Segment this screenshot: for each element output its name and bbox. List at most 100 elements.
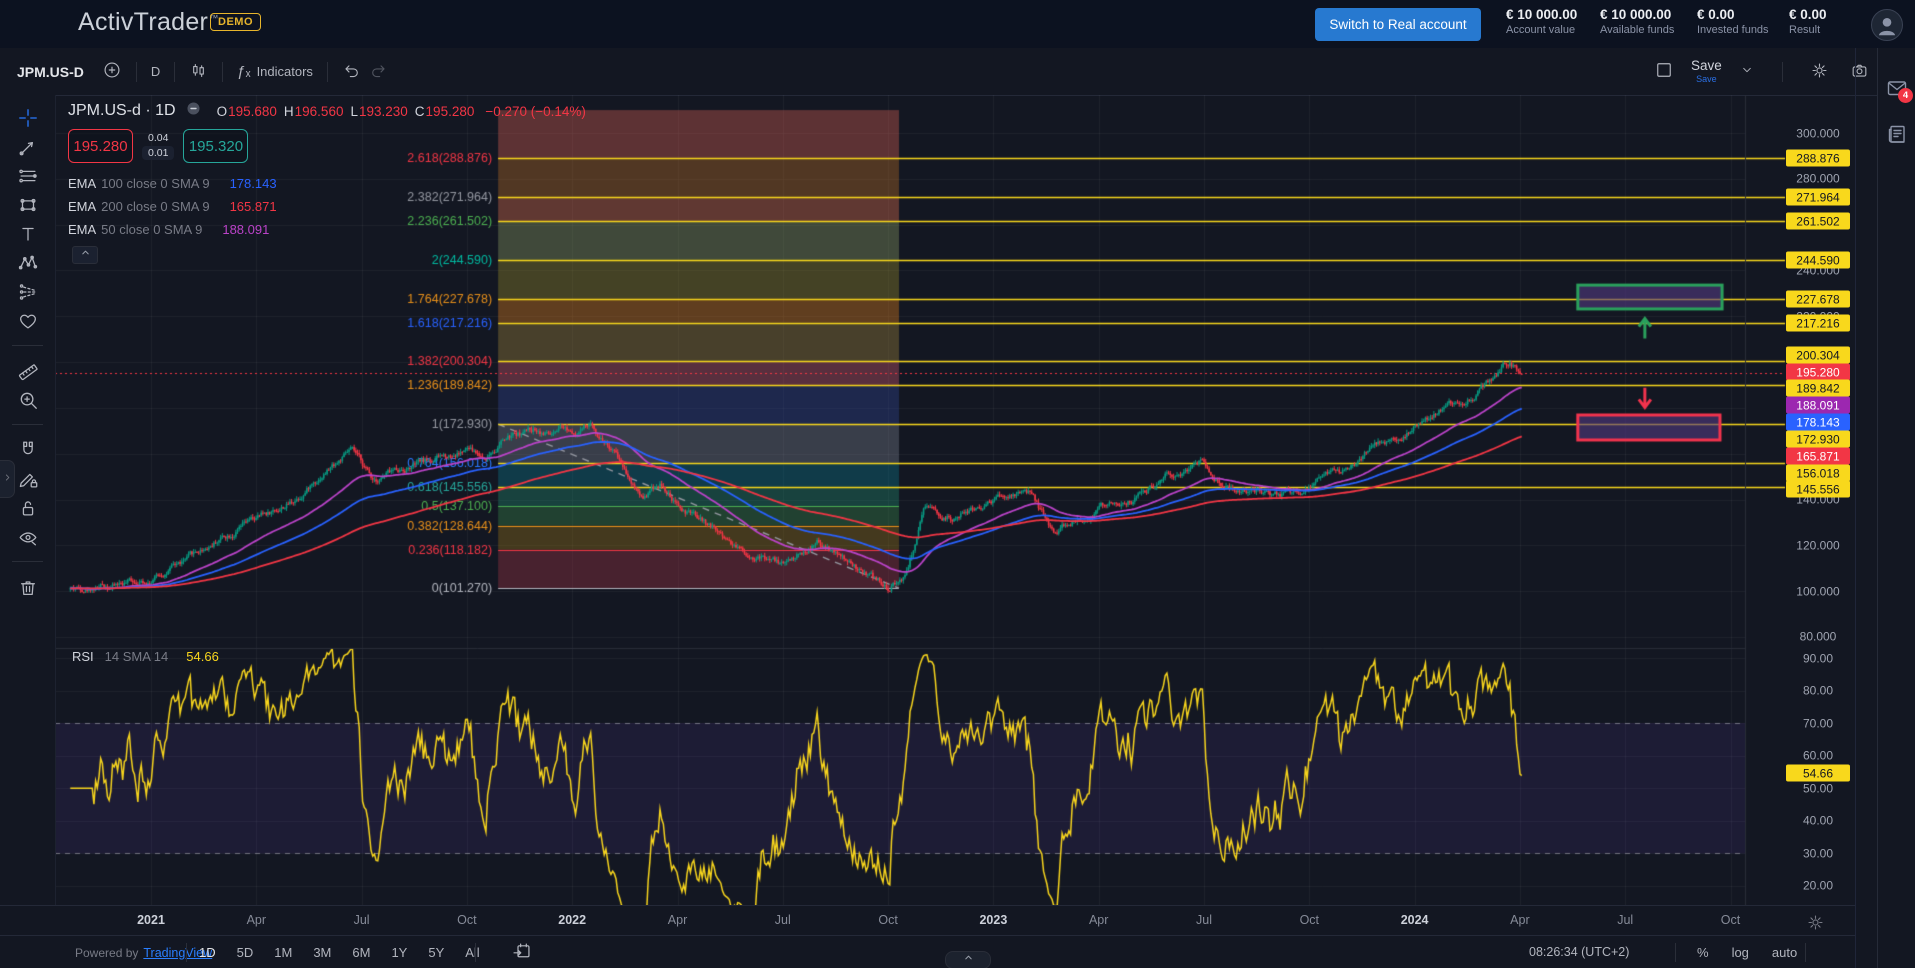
sidebar-border <box>1877 48 1878 968</box>
camera-icon <box>1850 61 1869 83</box>
undo-button[interactable] <box>338 57 365 87</box>
scale-button-log[interactable]: log <box>1729 943 1752 962</box>
toolbar-divider <box>174 62 175 82</box>
legend-collapse-button[interactable] <box>72 246 98 264</box>
bottom-toolbar: Powered by TradingView 1D5D1M3M6M1Y5YAll… <box>0 935 1855 968</box>
scale-button-auto[interactable]: auto <box>1769 943 1800 962</box>
spread: 0.04 0.01 <box>142 132 174 160</box>
candles-icon <box>189 61 208 83</box>
save-button[interactable]: Save Save <box>1691 59 1722 84</box>
emoji-tool[interactable] <box>0 306 55 335</box>
crosshair-tool[interactable] <box>0 103 55 132</box>
parallel-lines-tool[interactable] <box>0 161 55 190</box>
time-label: Oct <box>457 913 476 927</box>
time-label: Jul <box>354 913 370 927</box>
indicators-button[interactable]: ƒₓIndicators <box>233 59 317 84</box>
time-label: 2021 <box>137 913 165 927</box>
chevron-down-icon <box>1739 62 1755 81</box>
fx-icon: ƒₓ <box>237 63 250 80</box>
toolbar-divider <box>327 62 328 82</box>
zoom-in-tool[interactable] <box>0 385 55 414</box>
screenshot-button[interactable] <box>1846 57 1873 87</box>
range-button-1d[interactable]: 1D <box>196 943 219 962</box>
chevron-up-icon <box>962 951 975 968</box>
time-label: Apr <box>1510 913 1529 927</box>
range-button-1y[interactable]: 1Y <box>388 943 410 962</box>
messages-button[interactable]: 4 <box>1884 76 1910 102</box>
avatar[interactable] <box>1871 9 1903 41</box>
chart-legend: JPM.US-d · 1D O195.680H196.560L193.230C1… <box>68 100 586 264</box>
time-label: Jul <box>1196 913 1212 927</box>
go-to-date-button[interactable] <box>505 940 538 966</box>
ohlc-item: O195.680 <box>217 104 277 119</box>
ohlc-item: L193.230 <box>350 104 407 119</box>
redo-icon <box>369 61 388 83</box>
toolbar-divider <box>222 62 223 82</box>
divider <box>1675 943 1676 962</box>
chart-toolbar: JPM.US-D D ƒₓIndicators Save Save <box>0 48 1877 96</box>
notification-badge: 4 <box>1898 88 1913 103</box>
rsi-name: RSI <box>72 649 94 664</box>
rsi-value: 54.66 <box>186 649 219 664</box>
app-header: ActivTrader™ DEMO Switch to Real account… <box>0 0 1915 48</box>
measure-tool[interactable] <box>0 356 55 385</box>
account-stat: € 0.00Result <box>1789 7 1827 36</box>
text-tool[interactable] <box>0 219 55 248</box>
add-symbol-button[interactable] <box>98 56 126 87</box>
time-label: 2024 <box>1401 913 1429 927</box>
trend-line-tool[interactable] <box>0 132 55 161</box>
interval-button[interactable]: D <box>147 60 164 83</box>
ohlc-values: O195.680H196.560L193.230C195.280 <box>217 104 475 119</box>
chart-settings-button[interactable] <box>1806 57 1833 87</box>
time-axis-settings-button[interactable] <box>1800 912 1831 936</box>
legend-title[interactable]: JPM.US-d · 1D <box>68 102 176 120</box>
hide-drawings-tool[interactable] <box>0 522 55 551</box>
clock: 08:26:34 (UTC+2) <box>1529 945 1629 959</box>
xabcd-pattern-tool[interactable] <box>0 248 55 277</box>
watchlist-expand-tab[interactable] <box>0 460 15 498</box>
right-sidebar: 4 <box>1878 48 1915 968</box>
panel-expand-button[interactable] <box>945 951 991 968</box>
time-label: Jul <box>1617 913 1633 927</box>
remove-drawings-tool[interactable] <box>0 572 55 601</box>
news-icon <box>1885 134 1909 149</box>
range-button-3m[interactable]: 3M <box>310 943 334 962</box>
forecast-tool[interactable] <box>0 277 55 306</box>
range-button-all[interactable]: All <box>462 943 482 962</box>
demo-badge: DEMO <box>210 13 261 31</box>
rsi-legend: RSI 14 SMA 14 54.66 <box>72 649 219 664</box>
time-label: 2023 <box>979 913 1007 927</box>
range-button-6m[interactable]: 6M <box>349 943 373 962</box>
save-menu-button[interactable] <box>1735 58 1759 85</box>
redo-button[interactable] <box>365 57 392 87</box>
activtrader-logo: ActivTrader™ <box>78 8 219 37</box>
switch-to-real-button[interactable]: Switch to Real account <box>1315 8 1481 41</box>
range-button-5y[interactable]: 5Y <box>425 943 447 962</box>
symbol-name[interactable]: JPM.US-D <box>17 64 84 80</box>
time-label: Oct <box>1300 913 1319 927</box>
news-button[interactable] <box>1884 122 1910 148</box>
widget-border <box>1855 48 1856 968</box>
hide-series-icon[interactable] <box>185 100 202 122</box>
buy-button[interactable]: 195.320 <box>183 129 248 163</box>
time-label: 2022 <box>558 913 586 927</box>
ohlc-item: C195.280 <box>415 104 475 119</box>
range-button-5d[interactable]: 5D <box>234 943 257 962</box>
ema-legend-row: EMA100 close 0 SMA 9178.143 <box>68 172 586 195</box>
scale-button-percent[interactable]: % <box>1694 943 1712 962</box>
range-button-1m[interactable]: 1M <box>271 943 295 962</box>
ema-legend-row: EMA50 close 0 SMA 9188.091 <box>68 218 586 241</box>
chart-style-button[interactable] <box>185 57 212 87</box>
toolbar-divider <box>136 62 137 82</box>
time-label: Apr <box>247 913 266 927</box>
toolbar-divider <box>1782 62 1783 82</box>
spread-top: 0.04 <box>148 132 168 144</box>
plus-circle-icon <box>102 60 122 83</box>
shapes-tool[interactable] <box>0 190 55 219</box>
time-axis[interactable]: 2021AprJulOct2022AprJulOct2023AprJulOct2… <box>0 905 1855 936</box>
gear-icon <box>1810 61 1829 83</box>
layout-button[interactable] <box>1650 56 1678 87</box>
account-stat: € 10 000.00Available funds <box>1600 7 1674 36</box>
sell-button[interactable]: 195.280 <box>68 129 133 163</box>
time-label: Apr <box>1089 913 1108 927</box>
